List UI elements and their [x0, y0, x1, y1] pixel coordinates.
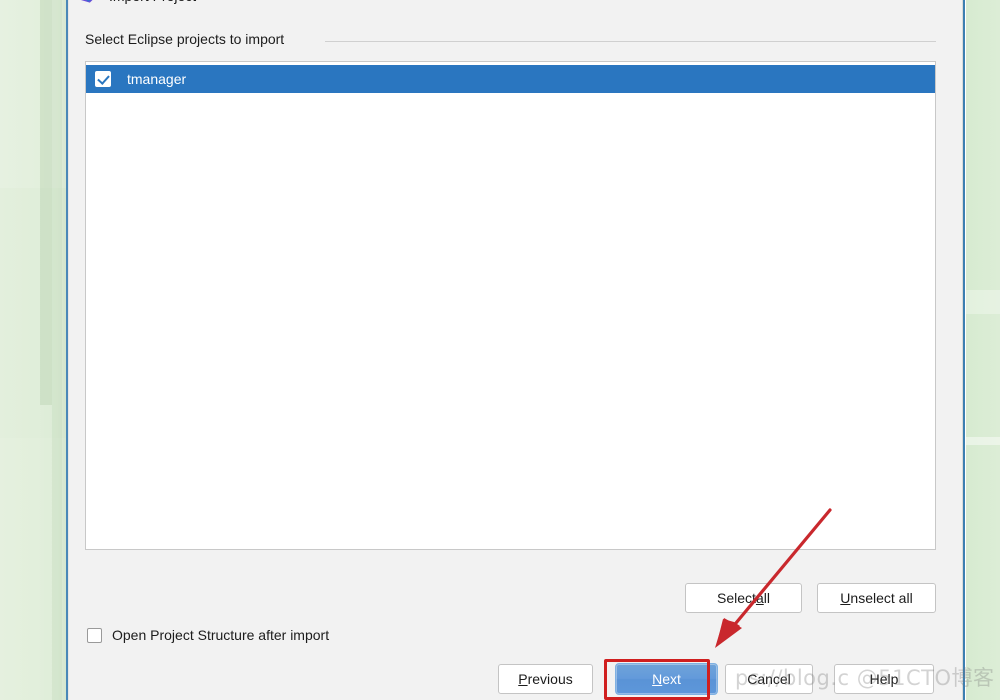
screen: 1111111111111111112222222222222 Import P…: [0, 0, 1000, 700]
select-all-label-post: ll: [763, 590, 770, 606]
section-header: Select Eclipse projects to import: [85, 31, 285, 47]
open-structure-label-rest: pen Project Structure after import: [122, 627, 330, 643]
dialog-titlebar: Import Project: [69, 0, 962, 11]
select-all-mnemonic: a: [755, 590, 764, 606]
unselect-all-label-post: nselect all: [850, 590, 913, 606]
previous-button[interactable]: Previous: [498, 664, 593, 694]
cancel-label: Cancel: [747, 671, 791, 687]
editor-border-right: [963, 0, 965, 700]
checkbox-unchecked-icon[interactable]: [87, 627, 102, 643]
next-mnemonic: N: [652, 671, 663, 687]
help-button[interactable]: Help: [834, 664, 934, 694]
checkbox-checked-icon[interactable]: [95, 71, 111, 87]
cancel-button[interactable]: Cancel: [725, 664, 813, 694]
list-item[interactable]: tmanager: [86, 65, 935, 93]
next-button[interactable]: Next: [615, 663, 718, 695]
editor-background-column: [40, 0, 52, 405]
unselect-all-mnemonic: U: [840, 590, 851, 606]
editor-background-highlight: [966, 290, 1000, 314]
previous-label-rest: revious: [527, 671, 573, 687]
select-all-button[interactable]: Select a ll: [685, 583, 802, 613]
project-list[interactable]: tmanager: [85, 61, 936, 550]
dialog-title: Import Project: [109, 0, 196, 4]
import-project-dialog: Import Project Select Eclipse projects t…: [68, 0, 963, 700]
open-project-structure-option[interactable]: Open Project Structure after import: [87, 627, 329, 643]
open-project-structure-label: Open Project Structure after import: [112, 627, 329, 643]
section-separator: [325, 41, 936, 42]
editor-background-right: [966, 0, 1000, 700]
select-all-label-pre: Select: [717, 590, 756, 606]
list-item-label: tmanager: [127, 71, 187, 87]
open-structure-mnemonic: O: [112, 627, 123, 643]
editor-background-highlight: [966, 437, 1000, 445]
next-label-rest: ext: [662, 671, 681, 687]
previous-mnemonic: P: [518, 671, 528, 687]
help-label: Help: [869, 671, 899, 687]
unselect-all-button[interactable]: Unselect all: [817, 583, 936, 613]
intellij-idea-icon: [80, 0, 93, 3]
